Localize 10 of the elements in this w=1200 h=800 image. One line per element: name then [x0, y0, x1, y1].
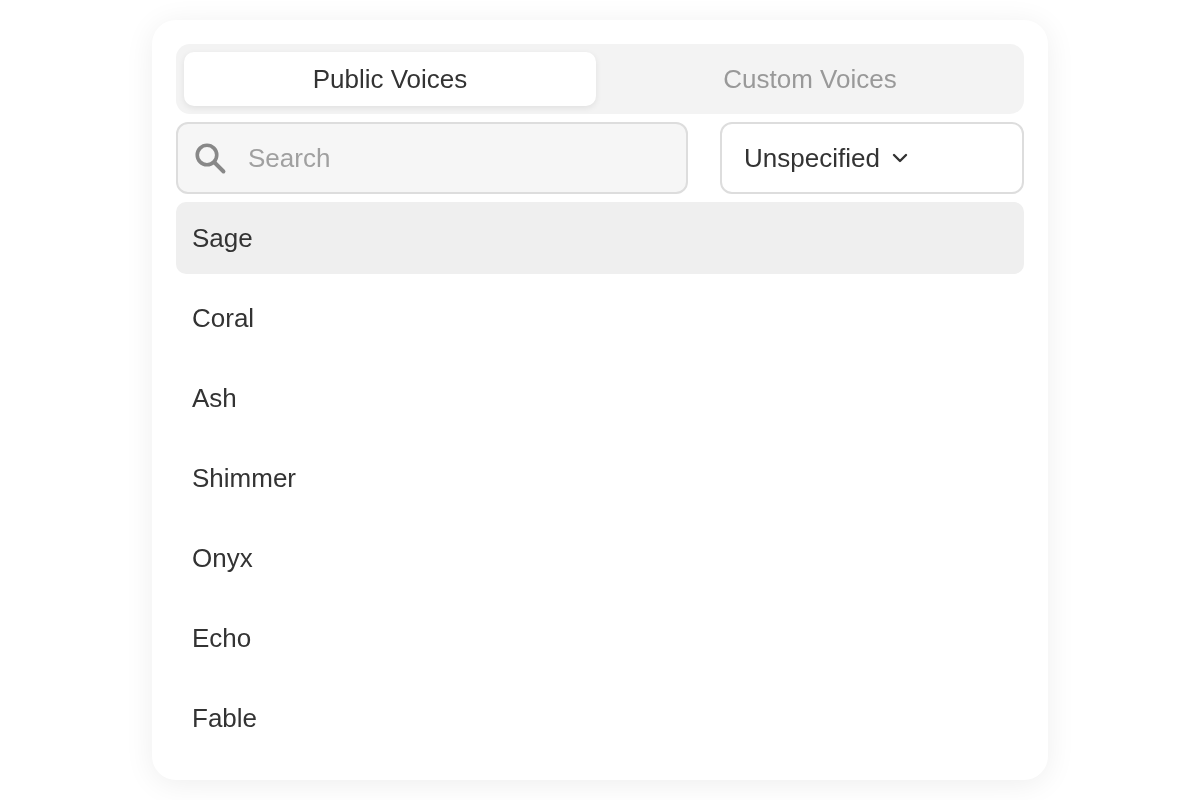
voice-item[interactable]: Coral	[176, 282, 1024, 354]
voice-item[interactable]: Shimmer	[176, 442, 1024, 514]
search-field[interactable]: Search	[176, 122, 688, 194]
voice-item[interactable]: Sage	[176, 202, 1024, 274]
voice-item[interactable]: Fable	[176, 682, 1024, 754]
filter-dropdown[interactable]: Unspecified	[720, 122, 1024, 194]
voice-item[interactable]: Echo	[176, 602, 1024, 674]
tab[interactable]: Public Voices	[184, 52, 596, 106]
voice-item[interactable]: Onyx	[176, 522, 1024, 594]
voice-item[interactable]: Ash	[176, 362, 1024, 434]
